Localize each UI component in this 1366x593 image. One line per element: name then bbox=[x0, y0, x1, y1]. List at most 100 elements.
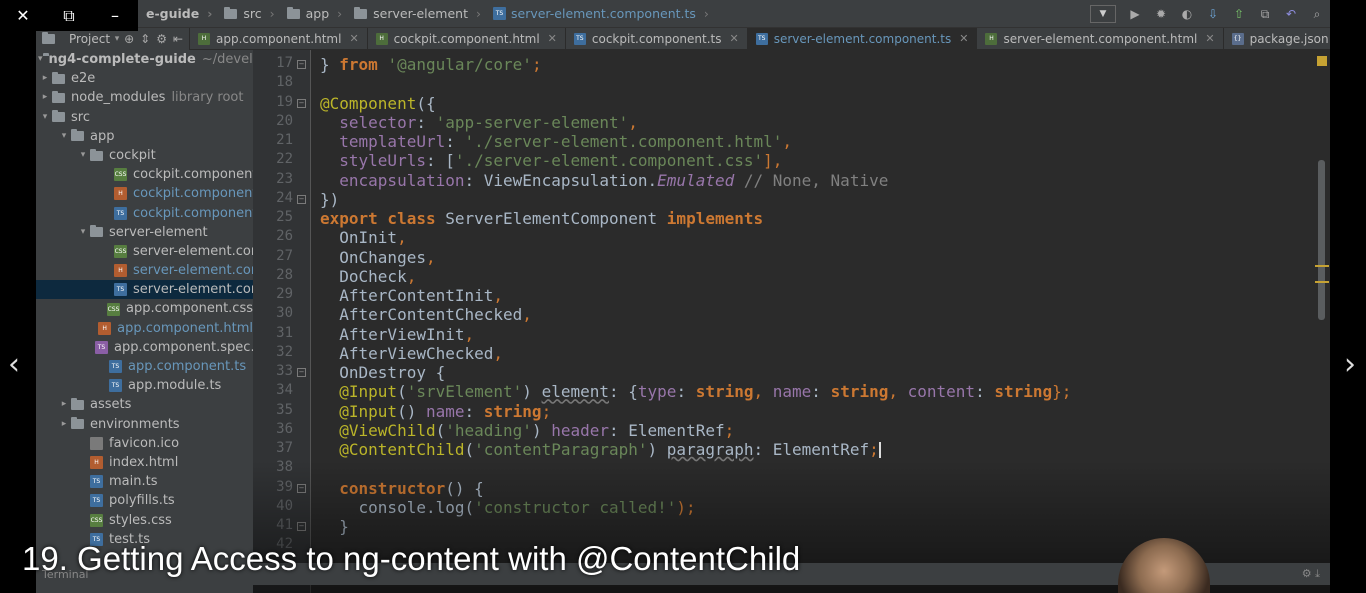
breadcrumb-item[interactable]: app › bbox=[281, 6, 349, 21]
vcs-compare-icon[interactable]: ⧉ bbox=[1252, 0, 1278, 28]
fold-marker-icon[interactable]: − bbox=[297, 98, 306, 108]
tree-item[interactable]: ▾ server-element bbox=[36, 223, 253, 242]
vcs-update-icon[interactable]: ⇩ bbox=[1200, 0, 1226, 28]
chevron-down-icon[interactable]: ▾ bbox=[57, 127, 71, 146]
fold-marker-icon[interactable]: − bbox=[297, 368, 306, 377]
close-tab-icon[interactable]: ✕ bbox=[349, 32, 358, 45]
code-token: string bbox=[483, 401, 542, 421]
vcs-commit-icon[interactable]: ⇧ bbox=[1226, 0, 1252, 28]
code-line[interactable]: @Component({ bbox=[320, 94, 436, 113]
editor-scrollbar[interactable] bbox=[1318, 160, 1325, 320]
tree-item[interactable]: ▾ src bbox=[36, 108, 253, 127]
tree-item[interactable]: Hcockpit.component. bbox=[36, 184, 253, 203]
fold-marker-icon[interactable]: − bbox=[297, 194, 306, 204]
tree-item[interactable]: ▸ node_modules library root bbox=[36, 88, 253, 107]
code-line[interactable]: OnChanges, bbox=[320, 248, 435, 267]
tree-item[interactable]: Happ.component.html bbox=[36, 319, 253, 338]
tree-item[interactable]: TS cockpit.component. bbox=[36, 204, 253, 223]
tree-item[interactable]: Hindex.html bbox=[36, 453, 253, 472]
chevron-right-icon[interactable]: ▸ bbox=[38, 69, 52, 88]
code-line[interactable]: encapsulation: ViewEncapsulation.Emulate… bbox=[320, 171, 888, 190]
code-line[interactable]: AfterContentInit, bbox=[320, 286, 503, 305]
code-line[interactable]: }) bbox=[320, 190, 339, 209]
chevron-down-icon[interactable]: ▾ bbox=[110, 34, 124, 44]
run-config-dropdown[interactable]: ▼ bbox=[1090, 5, 1116, 23]
fold-marker-icon[interactable]: − bbox=[297, 60, 306, 69]
collapse-icon[interactable]: ⇕ bbox=[140, 32, 150, 46]
tab-cockpit-component-ts[interactable]: TS cockpit.component.ts ✕ bbox=[566, 27, 748, 50]
close-icon[interactable]: ✕ bbox=[0, 0, 46, 31]
breadcrumb-item[interactable]: src › bbox=[218, 6, 280, 21]
close-tab-icon[interactable]: ✕ bbox=[1205, 32, 1214, 45]
tab-server-element-component-ts[interactable]: TS server-element.component.ts ✕ bbox=[747, 27, 978, 50]
tab-app-component-html[interactable]: Happ.component.html ✕ bbox=[190, 27, 368, 50]
tree-item[interactable]: CSS cockpit.component. bbox=[36, 165, 253, 184]
chevron-right-icon[interactable]: ▸ bbox=[38, 88, 52, 107]
tree-item[interactable]: ▾ ng4-complete-guide ~/develop bbox=[36, 50, 253, 69]
breadcrumb-item[interactable]: server-element › bbox=[348, 6, 487, 21]
code-line[interactable]: @Input() name: string; bbox=[320, 402, 551, 421]
code-line[interactable]: selector: 'app-server-element', bbox=[320, 113, 638, 132]
chevron-right-icon[interactable]: ▸ bbox=[57, 415, 71, 434]
code-line[interactable]: OnInit, bbox=[320, 228, 406, 247]
close-tab-icon[interactable]: ✕ bbox=[959, 32, 968, 45]
code-line[interactable]: templateUrl: './server-element.component… bbox=[320, 132, 792, 151]
code-line[interactable]: export class ServerElementComponent impl… bbox=[320, 209, 763, 228]
restore-icon[interactable]: ⧉ bbox=[46, 0, 92, 31]
code-line[interactable]: OnDestroy { bbox=[320, 363, 445, 382]
tree-item[interactable]: favicon.ico bbox=[36, 434, 253, 453]
coverage-icon[interactable]: ◐ bbox=[1174, 0, 1200, 28]
tree-item[interactable]: TS polyfills.ts bbox=[36, 491, 253, 510]
tree-item[interactable]: Hserver-element.com bbox=[36, 261, 253, 280]
close-tab-icon[interactable]: ✕ bbox=[548, 32, 557, 45]
chevron-down-icon[interactable]: ▾ bbox=[76, 146, 90, 165]
tree-item[interactable]: TS app.component.ts bbox=[36, 357, 253, 376]
tree-item[interactable]: CSS server-element.com bbox=[36, 242, 253, 261]
tab-package-json[interactable]: {}package.json✕ bbox=[1224, 28, 1330, 50]
tree-item[interactable]: ▸ e2e bbox=[36, 69, 253, 88]
breadcrumb-item[interactable]: e-guide › bbox=[140, 6, 218, 21]
tree-item[interactable]: TS server-element.com bbox=[36, 280, 253, 300]
tree-item[interactable]: ▾ cockpit bbox=[36, 146, 253, 165]
code-line[interactable]: @ContentChild('contentParagraph') paragr… bbox=[320, 440, 881, 459]
run-icon[interactable]: ▶ bbox=[1122, 0, 1148, 28]
code-line[interactable]: AfterViewChecked, bbox=[320, 344, 503, 363]
locate-icon[interactable]: ⊕ bbox=[124, 32, 134, 46]
search-icon[interactable]: ⌕ bbox=[1304, 0, 1330, 28]
code-line[interactable]: styleUrls: ['./server-element.component.… bbox=[320, 151, 782, 170]
code-line[interactable]: AfterViewInit, bbox=[320, 325, 474, 344]
debug-icon[interactable]: ✹ bbox=[1148, 0, 1174, 28]
code-line[interactable]: AfterContentChecked, bbox=[320, 305, 532, 324]
inspection-status-icon[interactable] bbox=[1317, 56, 1327, 66]
gear-icon[interactable]: ⚙ bbox=[156, 32, 167, 46]
error-stripe-marker[interactable] bbox=[1315, 265, 1329, 267]
hide-panel-icon[interactable]: ⇤ bbox=[173, 32, 183, 46]
tree-item[interactable]: TS main.ts bbox=[36, 472, 253, 491]
gear-icon[interactable]: ⚙ ⤓ bbox=[1302, 567, 1330, 581]
breadcrumb-item[interactable]: TS server-element.component.ts › bbox=[487, 6, 715, 21]
tree-item[interactable]: CSS app.component.css bbox=[36, 299, 253, 318]
code-line[interactable]: DoCheck, bbox=[320, 267, 416, 286]
chevron-down-icon[interactable]: ▾ bbox=[76, 223, 90, 242]
tree-item[interactable]: ▾ app bbox=[36, 127, 253, 146]
minimize-icon[interactable]: – bbox=[92, 0, 138, 31]
tab-cockpit-component-html[interactable]: Hcockpit.component.html ✕ bbox=[368, 27, 566, 50]
previous-slide-icon[interactable]: ‹ bbox=[2, 348, 26, 382]
revert-icon[interactable]: ↶ bbox=[1278, 0, 1304, 28]
chevron-right-icon[interactable]: ▸ bbox=[57, 395, 71, 414]
chevron-down-icon[interactable]: ▾ bbox=[38, 108, 52, 127]
chevron-down-icon[interactable]: ▾ bbox=[38, 50, 43, 69]
line-number: 21 bbox=[276, 132, 293, 148]
error-stripe-marker[interactable] bbox=[1315, 281, 1329, 283]
tree-item[interactable]: TS app.module.ts bbox=[36, 376, 253, 395]
code-line[interactable]: } from '@angular/core'; bbox=[320, 55, 542, 74]
tab-server-element-component-html[interactable]: Hserver-element.component.html ✕ bbox=[977, 27, 1224, 50]
tree-item[interactable]: ▸ assets bbox=[36, 395, 253, 414]
next-slide-icon[interactable]: › bbox=[1338, 348, 1362, 382]
code-line[interactable]: @ViewChild('heading') header: ElementRef… bbox=[320, 421, 734, 440]
tree-item[interactable]: ▸ environments bbox=[36, 415, 253, 434]
tree-item[interactable]: TS app.component.spec.ts bbox=[36, 338, 253, 357]
close-tab-icon[interactable]: ✕ bbox=[730, 32, 739, 45]
tree-item[interactable]: CSS styles.css bbox=[36, 511, 253, 530]
code-line[interactable]: @Input('srvElement') element: {type: str… bbox=[320, 382, 1071, 401]
